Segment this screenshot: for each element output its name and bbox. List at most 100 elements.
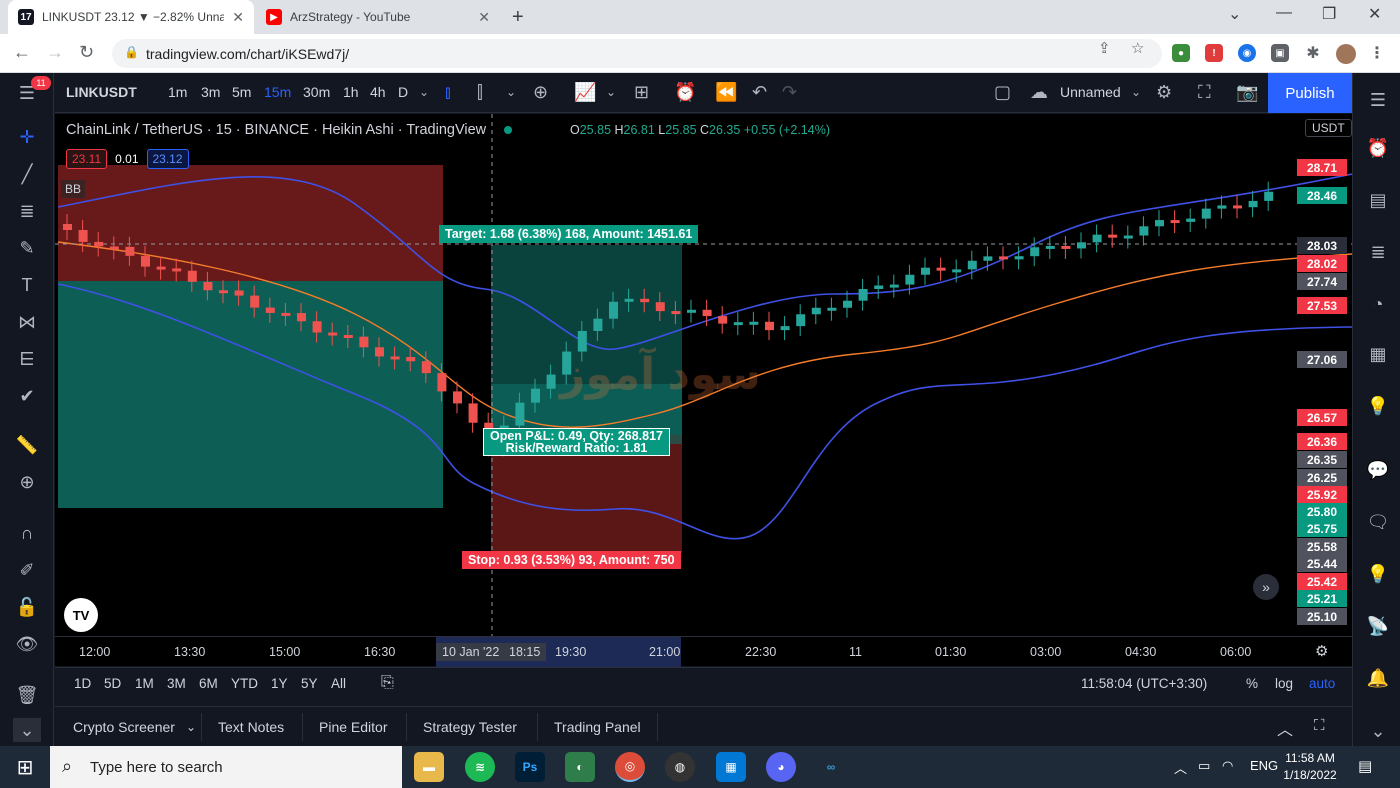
share-icon[interactable]: ⇪ <box>1098 39 1111 57</box>
new-tab-button[interactable]: + <box>512 6 524 29</box>
range-5y[interactable]: 5Y <box>301 676 318 691</box>
maximize-button[interactable]: ❐ <box>1322 4 1336 24</box>
close-window-button[interactable]: ✕ <box>1368 4 1381 24</box>
trend-line-icon[interactable]: ╱ <box>13 160 41 188</box>
alert-icon[interactable]: ⏰ <box>674 82 696 103</box>
redo-icon[interactable]: ↷ <box>782 82 797 103</box>
streams-icon[interactable]: 💡 <box>1365 561 1391 587</box>
help-icon[interactable]: ⌄ <box>1365 718 1391 744</box>
spotify-icon[interactable]: ≋ <box>465 752 495 782</box>
symbol-search[interactable]: LINKUSDT <box>66 84 137 100</box>
chevron-down-icon[interactable]: ⌄ <box>419 85 429 99</box>
extensions-puzzle-icon[interactable]: ✱ <box>1304 44 1322 62</box>
interval-1m[interactable]: 1m <box>168 84 187 100</box>
interval-3m[interactable]: 3m <box>201 84 220 100</box>
camera-icon[interactable]: 📷 <box>1236 82 1258 103</box>
crosshair-icon[interactable]: ✛ <box>13 123 41 151</box>
tab-strategy-tester[interactable]: Strategy Tester <box>423 719 517 735</box>
interval-30m[interactable]: 30m <box>303 84 330 100</box>
chats-icon[interactable]: 💬 <box>1365 457 1391 483</box>
file-explorer-icon[interactable]: ▬ <box>414 752 444 782</box>
discord-icon[interactable]: ◕ <box>766 752 796 782</box>
stay-in-drawing-mode-icon[interactable]: ✐ <box>13 556 41 584</box>
interval-d[interactable]: D <box>398 84 408 100</box>
interval-4h[interactable]: 4h <box>370 84 386 100</box>
magnet-icon[interactable]: ∩ <box>13 519 41 547</box>
chevron-down-icon[interactable]: ⌄ <box>606 85 616 99</box>
range-1d[interactable]: 1D <box>74 676 91 691</box>
interval-5m[interactable]: 5m <box>232 84 251 100</box>
clock-timezone[interactable]: 11:58:04 (UTC+3:30) <box>1081 676 1207 691</box>
bars-type-icon[interactable]: ⫿ <box>477 82 483 103</box>
fib-retracement-icon[interactable]: ≣ <box>13 197 41 225</box>
forward-button[interactable]: → <box>46 42 64 63</box>
calendar-chart-icon[interactable]: ◔ <box>1365 291 1391 317</box>
goto-date-icon[interactable]: ⎘ <box>381 674 394 692</box>
indicator-legend-bb[interactable]: BB <box>61 180 86 198</box>
ideas-lightbulb-icon[interactable]: 💡 <box>1365 393 1391 419</box>
close-tab-icon[interactable]: ✕ <box>232 9 244 26</box>
battery-icon[interactable]: ▭ <box>1198 758 1210 774</box>
checkmark-icon[interactable]: ✔ <box>13 382 41 410</box>
text-tool-icon[interactable]: T <box>13 271 41 299</box>
notifications-bell-icon[interactable]: 🔔 <box>1365 665 1391 691</box>
chevron-down-icon[interactable]: ⌄ <box>186 720 196 734</box>
tab-tradingview[interactable]: 17 LINKUSDT 23.12 ▼ −2.82% Unna ✕ <box>8 0 254 34</box>
back-button[interactable]: ← <box>13 42 31 63</box>
pattern-icon[interactable]: ⋈ <box>13 308 41 336</box>
tradingview-logo[interactable]: TV <box>64 598 98 632</box>
chevron-down-icon[interactable]: ⌄ <box>1131 85 1141 99</box>
browser-menu-icon[interactable]: ⋮ <box>1368 44 1386 62</box>
tab-crypto-screener[interactable]: Crypto Screener <box>73 719 175 735</box>
stop-label[interactable]: Stop: 0.93 (3.53%) 93, Amount: 750 <box>462 551 681 569</box>
extension-red-icon[interactable]: ! <box>1205 44 1223 62</box>
range-6m[interactable]: 6M <box>199 676 218 691</box>
log-scale-toggle[interactable]: log <box>1275 676 1293 691</box>
extension-globe-icon[interactable]: ● <box>1172 44 1190 62</box>
zoom-in-icon[interactable]: ⊕ <box>13 468 41 496</box>
range-1y[interactable]: 1Y <box>271 676 288 691</box>
hotlist-icon[interactable]: ≣ <box>1365 239 1391 265</box>
auto-scale-toggle[interactable]: auto <box>1309 676 1335 691</box>
interval-1h[interactable]: 1h <box>343 84 359 100</box>
collapse-toolbar-icon[interactable]: ⌄ <box>13 718 41 742</box>
publish-button[interactable]: Publish <box>1268 73 1352 113</box>
layout-select-icon[interactable]: ▢ <box>994 82 1011 103</box>
expand-panel-icon[interactable]: ︿ <box>1277 716 1293 740</box>
interval-15m[interactable]: 15m <box>264 84 291 100</box>
minimize-button[interactable]: — <box>1276 4 1292 22</box>
alarm-clock-icon[interactable]: ⏰ <box>1365 135 1391 161</box>
close-tab-icon[interactable]: ✕ <box>478 9 490 26</box>
chart-pane[interactable]: سود آموز ChainLink / TetherUS · 15 · BIN… <box>55 114 1352 636</box>
settings-gear-icon[interactable]: ⚙ <box>1156 82 1172 103</box>
templates-icon[interactable]: ⊞ <box>634 82 649 103</box>
lock-icon[interactable]: 🔒 <box>124 45 139 59</box>
watchlist-icon[interactable]: ☰ <box>1365 87 1391 113</box>
extension-blue-icon[interactable]: ◉ <box>1238 44 1256 62</box>
range-3m[interactable]: 3M <box>167 676 186 691</box>
bookmark-star-icon[interactable]: ☆ <box>1131 39 1144 57</box>
photoshop-icon[interactable]: Ps <box>515 752 545 782</box>
percent-scale-toggle[interactable]: % <box>1246 676 1258 691</box>
hide-drawings-icon[interactable]: 👁 <box>13 630 41 658</box>
tab-text-notes[interactable]: Text Notes <box>218 719 284 735</box>
cloud-icon[interactable]: ☁ <box>1030 82 1048 103</box>
infinity-app-icon[interactable]: ∞ <box>816 752 846 782</box>
range-1m[interactable]: 1M <box>135 676 154 691</box>
sell-button[interactable]: 23.11 <box>66 149 108 169</box>
windows-start-icon[interactable]: ⊞ <box>0 746 50 788</box>
buy-button[interactable]: 23.12 <box>146 149 189 169</box>
brush-icon[interactable]: ✎ <box>13 234 41 262</box>
store-icon[interactable]: ▦ <box>716 752 746 782</box>
candles-type-icon[interactable]: ⫾ <box>445 82 451 103</box>
wifi-icon[interactable]: ◠ <box>1222 758 1233 774</box>
system-clock[interactable]: 11:58 AM 1/18/2022 <box>1278 750 1342 784</box>
language-indicator[interactable]: ENG <box>1250 758 1278 773</box>
range-all[interactable]: All <box>331 676 346 691</box>
indicators-icon[interactable]: 📈 <box>574 82 596 103</box>
messages-icon[interactable]: 🗨 <box>1365 509 1391 535</box>
extension-screenshot-icon[interactable]: ▣ <box>1271 44 1289 62</box>
broadcast-icon[interactable]: 📡 <box>1365 613 1391 639</box>
fullscreen-icon[interactable]: ⛶ <box>1198 82 1211 103</box>
trash-icon[interactable]: 🗑 <box>13 681 41 709</box>
